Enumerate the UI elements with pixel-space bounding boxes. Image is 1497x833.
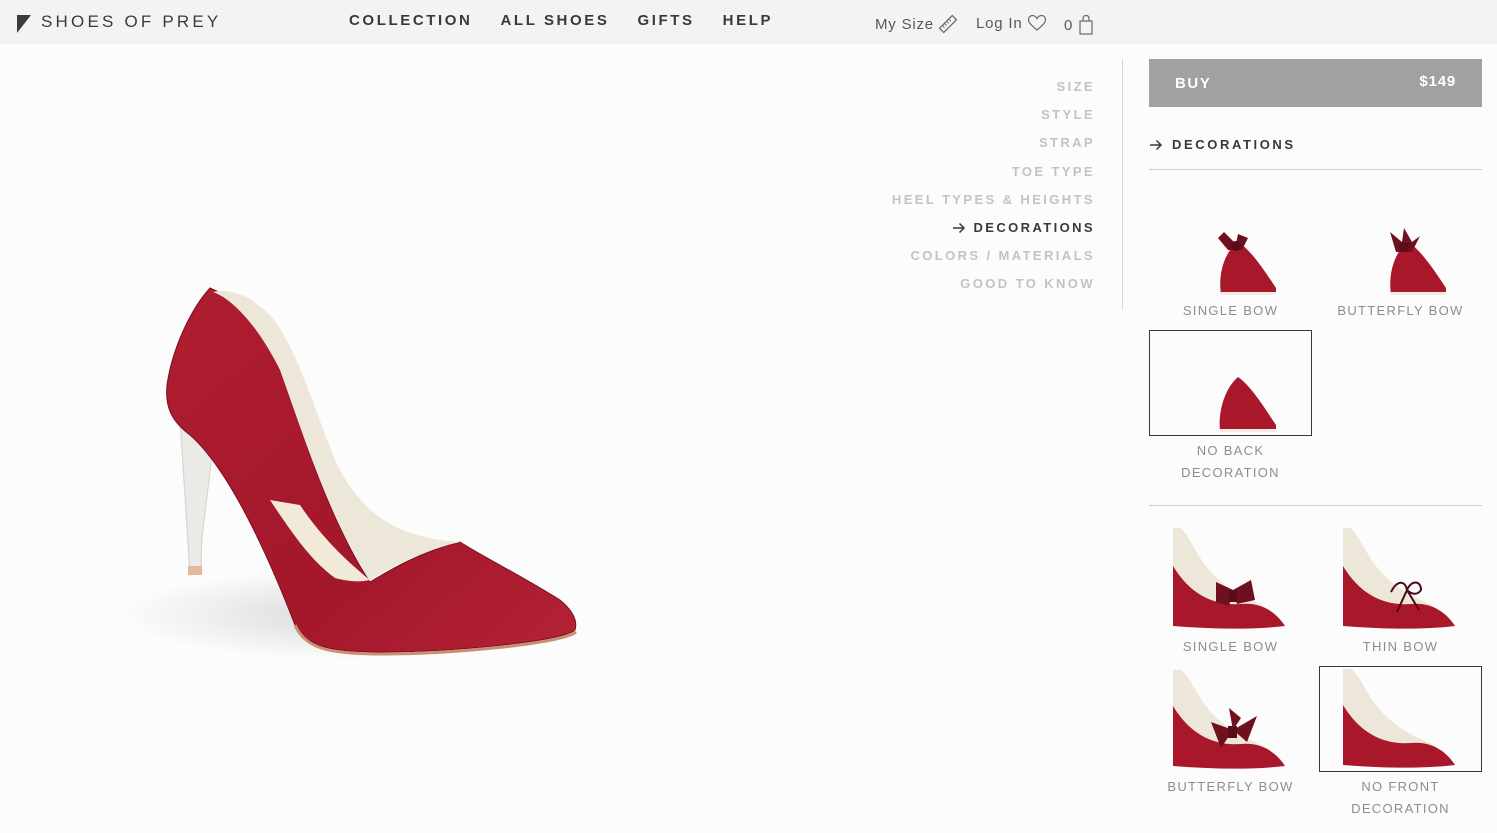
main-nav: COLLECTION ALL SHOES GIFTS HELP [349,12,801,29]
brand-name: SHOES OF PREY [41,12,222,31]
heart-icon [1027,14,1046,31]
front-option-butterfly-bow[interactable]: BUTTERFLY BOW [1149,666,1312,798]
buy-label: BUY [1175,74,1212,92]
back-option-single-bow[interactable]: SINGLE BOW [1149,190,1312,322]
top-navigation-bar: SHOES OF PREY COLLECTION ALL SHOES GIFTS… [0,0,1497,44]
shoe-render-image [120,287,580,660]
option-label: BUTTERFLY BOW [1337,303,1464,318]
front-option-none[interactable]: NO FRONT DECORATION [1319,666,1482,820]
option-label: SINGLE BOW [1182,303,1279,318]
option-label: SINGLE BOW [1182,639,1279,654]
step-size[interactable]: SIZE [892,78,1095,106]
shopping-bag-icon [1079,14,1093,35]
option-thumbnail [1319,666,1482,772]
section-title-label: DECORATIONS [1172,137,1296,152]
option-label: NO BACK DECORATION [1181,443,1280,480]
option-label: BUTTERFLY BOW [1167,779,1294,794]
shoe-preview[interactable] [120,270,600,680]
step-strap[interactable]: STRAP [892,134,1095,162]
buy-price: $149 [1419,72,1456,90]
brand-logo[interactable]: SHOES OF PREY [17,11,221,33]
nav-collection[interactable]: COLLECTION [349,12,473,29]
option-thumbnail [1149,330,1312,436]
option-thumbnail [1149,666,1312,772]
nav-help[interactable]: HELP [723,12,773,29]
back-option-butterfly-bow[interactable]: BUTTERFLY BOW [1319,190,1482,322]
option-thumbnail [1319,526,1482,632]
ruler-icon [938,14,958,34]
nav-all-shoes[interactable]: ALL SHOES [501,12,610,29]
buy-button[interactable]: BUY $149 [1149,59,1482,107]
step-toe-type[interactable]: TOE TYPE [892,163,1095,191]
arrow-right-icon [1150,139,1163,150]
my-size-label: My Size [875,15,934,33]
login-link[interactable]: Log In [976,14,1047,32]
back-option-none[interactable]: NO BACK DECORATION [1149,330,1312,484]
divider [1122,59,1123,310]
step-colors-materials[interactable]: COLORS / MATERIALS [892,247,1095,275]
arrow-right-icon [952,222,965,233]
option-label: THIN BOW [1362,639,1439,654]
step-decorations[interactable]: DECORATIONS [892,219,1095,247]
divider [1149,169,1482,170]
option-label: NO FRONT DECORATION [1351,779,1450,816]
step-heel-types-heights[interactable]: HEEL TYPES & HEIGHTS [892,191,1095,219]
step-good-to-know[interactable]: GOOD TO KNOW [892,275,1095,303]
option-thumbnail [1149,526,1312,632]
logo-mark-icon [17,15,31,33]
divider [1149,505,1482,506]
front-option-thin-bow[interactable]: THIN BOW [1319,526,1482,658]
my-size-link[interactable]: My Size [875,14,958,34]
nav-gifts[interactable]: GIFTS [637,12,694,29]
option-thumbnail [1319,190,1482,296]
cart-link[interactable]: 0 [1064,14,1095,36]
decorations-section-title: DECORATIONS [1149,137,1296,152]
step-decorations-label: DECORATIONS [973,219,1095,235]
option-thumbnail [1149,190,1312,296]
front-option-single-bow[interactable]: SINGLE BOW [1149,526,1312,658]
login-label: Log In [976,14,1023,32]
step-style[interactable]: STYLE [892,106,1095,134]
cart-count: 0 [1064,16,1074,34]
customization-steps: SIZE STYLE STRAP TOE TYPE HEEL TYPES & H… [892,78,1095,304]
